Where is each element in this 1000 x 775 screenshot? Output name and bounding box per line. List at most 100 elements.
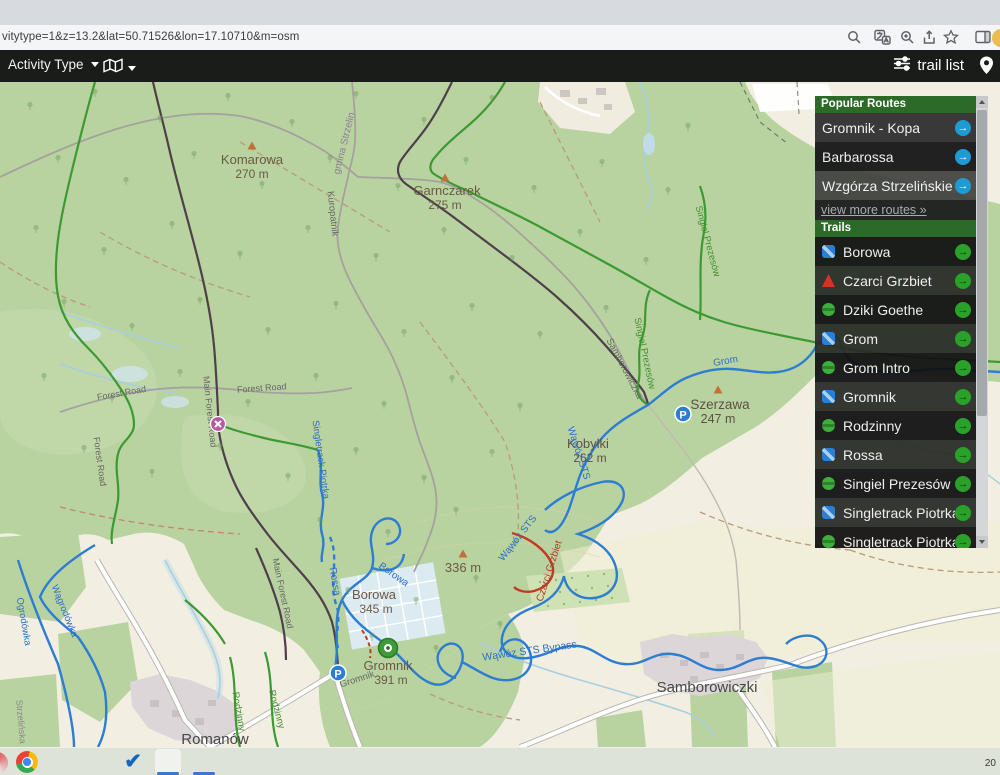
popular-routes-header: Popular Routes <box>815 96 976 113</box>
map-icon <box>103 58 123 78</box>
peak-label: Borowa <box>352 587 397 602</box>
popular-route-item[interactable]: Wzgórza Strzelińskie Medium <box>815 171 976 200</box>
split-screen-icon[interactable] <box>975 29 992 46</box>
go-arrow-icon[interactable] <box>955 178 971 194</box>
go-arrow-icon[interactable] <box>955 244 971 260</box>
svg-text:P: P <box>334 669 341 681</box>
check-app-icon[interactable]: ✔ <box>122 751 144 773</box>
app-toolbar: Activity Type trail list <box>0 50 1000 82</box>
go-arrow-icon[interactable] <box>955 120 971 136</box>
peak-elevation: 345 m <box>359 602 392 616</box>
difficulty-icon <box>822 390 835 403</box>
parking-marker-icon[interactable]: P <box>675 406 691 422</box>
go-arrow-icon[interactable] <box>955 149 971 165</box>
panel-scrollbar[interactable] <box>976 96 988 548</box>
gate-marker-icon[interactable] <box>211 417 226 432</box>
scroll-up-arrow[interactable] <box>976 96 988 108</box>
trail-label: Czarci Grzbiet <box>843 273 955 289</box>
location-pin-icon[interactable] <box>979 56 994 80</box>
difficulty-icon <box>822 535 835 548</box>
chevron-down-icon <box>91 62 99 67</box>
profile-avatar[interactable] <box>992 29 1000 47</box>
trail-item[interactable]: Singletrack Piotrka <box>815 498 976 527</box>
chrome-icon[interactable] <box>16 751 38 773</box>
trail-label: Dziki Goethe <box>843 302 955 318</box>
trail-list-button[interactable]: trail list <box>893 56 964 75</box>
go-arrow-icon[interactable] <box>955 476 971 492</box>
difficulty-icon <box>822 506 835 519</box>
trail-list-label: trail list <box>917 57 964 74</box>
difficulty-icon <box>822 332 835 345</box>
trail-item[interactable]: Gromnik <box>815 382 976 411</box>
go-arrow-icon[interactable] <box>955 360 971 376</box>
browser-tab-strip[interactable] <box>0 0 1000 25</box>
trail-label: Grom Intro <box>843 360 955 376</box>
taskbar-app-icon[interactable] <box>0 752 8 774</box>
peak-elevation: 336 m <box>445 560 481 575</box>
route-label: Gromnik - Kopa <box>822 120 955 136</box>
browser-address-bar[interactable]: vitytype=1&z=13.2&lat=50.71526&lon=17.10… <box>0 25 1000 51</box>
peak-label: Garnczarek <box>413 183 481 198</box>
peak-elevation: 275 m <box>428 198 461 212</box>
go-arrow-icon[interactable] <box>955 447 971 463</box>
svg-text:P: P <box>679 410 686 422</box>
trail-item[interactable]: Singletrack Piotrka Intro <box>815 527 976 548</box>
trail-label: Singletrack Piotrka <box>843 505 955 521</box>
chevron-down-icon <box>128 66 136 71</box>
trail-label: Singletrack Piotrka Intro <box>843 534 955 549</box>
scroll-down-arrow[interactable] <box>976 536 988 548</box>
viewpoint-marker-icon[interactable] <box>379 639 398 658</box>
trail-item[interactable]: Grom Intro <box>815 353 976 382</box>
trail-label: Singiel Prezesów <box>843 476 955 492</box>
trail-item[interactable]: Borowa <box>815 237 976 266</box>
trail-item[interactable]: Singiel Prezesów <box>815 469 976 498</box>
map-canvas[interactable]: Komarowa 270 m Garnczarek 275 m Szerzawa… <box>0 82 1000 747</box>
popular-route-item[interactable]: Gromnik - Kopa <box>815 113 976 142</box>
filter-sliders-icon <box>893 56 911 75</box>
parking-marker-icon[interactable]: P <box>330 665 346 681</box>
trail-list-panel: Popular Routes Gromnik - Kopa Barbarossa… <box>815 96 988 548</box>
peak-label: Szerzawa <box>690 397 750 412</box>
translate-icon[interactable] <box>874 29 891 46</box>
bookmark-star-icon[interactable] <box>943 29 960 46</box>
trail-item[interactable]: Dziki Goethe <box>815 295 976 324</box>
place-label: Samborowiczki <box>657 679 758 696</box>
peak-label: Komarowa <box>221 152 284 167</box>
go-arrow-icon[interactable] <box>955 389 971 405</box>
go-arrow-icon[interactable] <box>955 273 971 289</box>
trail-item[interactable]: Rossa <box>815 440 976 469</box>
search-icon[interactable] <box>846 29 863 46</box>
windows-taskbar: ✔ 20 <box>0 747 1000 775</box>
difficulty-icon <box>822 245 835 258</box>
go-arrow-icon[interactable] <box>955 418 971 434</box>
difficulty-icon <box>822 274 835 287</box>
go-arrow-icon[interactable] <box>955 331 971 347</box>
difficulty-icon <box>822 361 835 374</box>
trail-label: Grom <box>843 331 955 347</box>
trail-item[interactable]: Czarci Grzbiet <box>815 266 976 295</box>
route-label: Wzgórza Strzelińskie Medium <box>822 178 955 194</box>
go-arrow-icon[interactable] <box>955 534 971 549</box>
difficulty-icon <box>822 419 835 432</box>
address-bar-url[interactable]: vitytype=1&z=13.2&lat=50.71526&lon=17.10… <box>2 31 299 43</box>
trail-label: Rossa <box>843 447 955 463</box>
peak-elevation: 270 m <box>235 167 268 181</box>
desktop: vitytype=1&z=13.2&lat=50.71526&lon=17.10… <box>0 0 1000 775</box>
route-label: Barbarossa <box>822 149 955 165</box>
map-layer-dropdown[interactable] <box>103 58 136 78</box>
place-label: Romanów <box>181 731 249 747</box>
go-arrow-icon[interactable] <box>955 302 971 318</box>
share-icon[interactable] <box>921 29 938 46</box>
difficulty-icon <box>822 448 835 461</box>
scrollbar-thumb[interactable] <box>977 110 987 416</box>
peak-elevation: 391 m <box>374 673 407 687</box>
trail-item[interactable]: Rodzinny <box>815 411 976 440</box>
zoom-icon[interactable] <box>899 29 916 46</box>
trail-item[interactable]: Grom <box>815 324 976 353</box>
activity-type-dropdown[interactable]: Activity Type <box>8 57 99 72</box>
go-arrow-icon[interactable] <box>955 505 971 521</box>
trails-header: Trails <box>815 220 976 237</box>
popular-route-item[interactable]: Barbarossa <box>815 142 976 171</box>
view-more-routes-link[interactable]: view more routes » <box>815 200 976 220</box>
peak-elevation: 247 m <box>701 412 736 426</box>
